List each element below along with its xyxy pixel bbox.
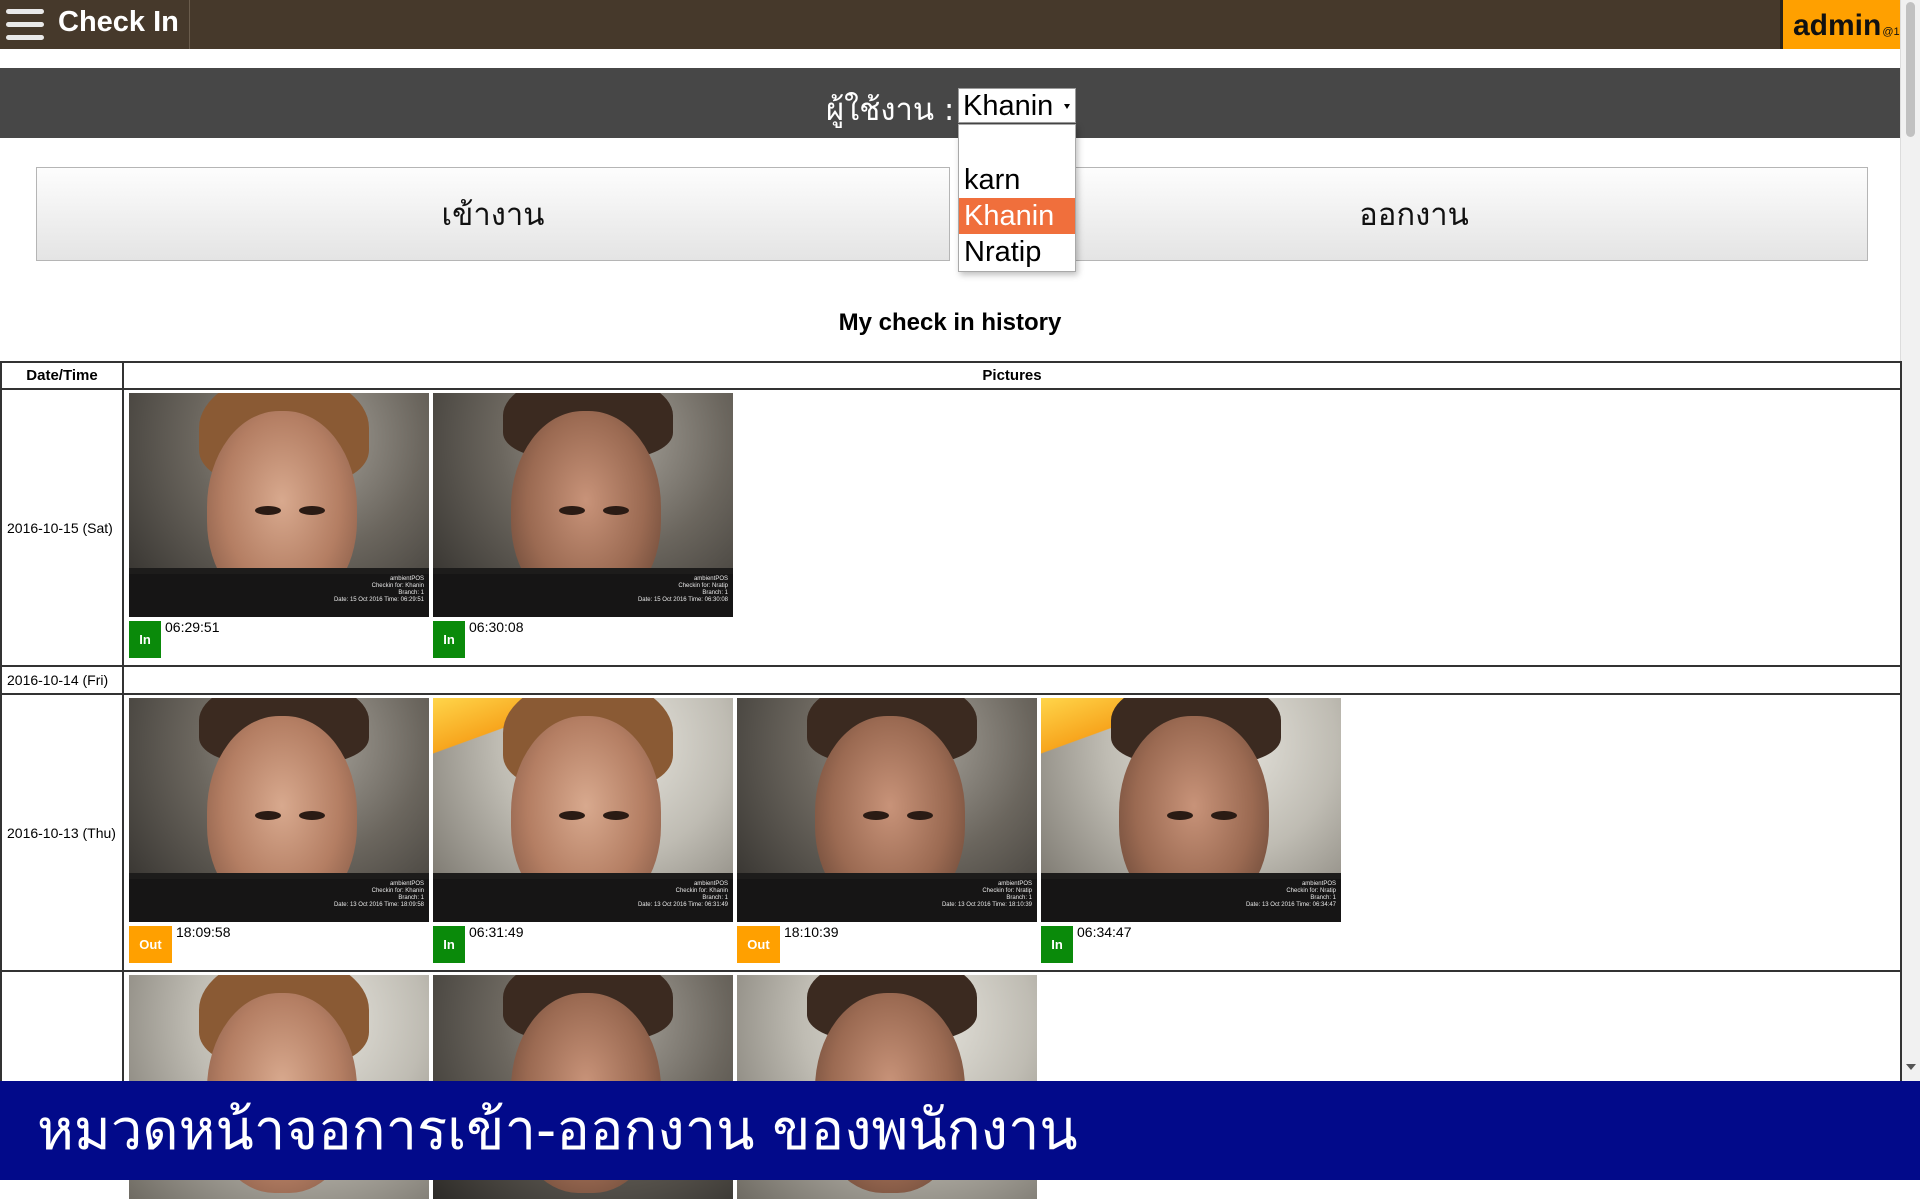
table-row-pictures: ambientPOS Checkin for: Khanin Branch: 1 Da…	[122, 388, 1902, 667]
check-in-button[interactable]: เข้างาน	[36, 167, 950, 261]
section-banner: หมวดหน้าจอการเข้า-ออกงาน ของพนักงาน	[0, 1081, 1920, 1180]
dropdown-option-khanin[interactable]: Khanin	[959, 198, 1075, 234]
table-row-date: 2016-10-13 (Thu)	[0, 693, 124, 972]
checkin-photo[interactable]: ambientPOS Checkin for: Khanin Branch: 1 Da…	[129, 698, 429, 922]
check-out-button[interactable]: ออกงาน	[960, 167, 1868, 261]
checkin-photo[interactable]: ambientPOS Checkin for: Nratip Branch: 1 Da…	[737, 698, 1037, 922]
history-title: My check in history	[838, 309, 1062, 336]
select-arrow-icon	[1064, 104, 1070, 109]
user-name: admin	[1793, 9, 1882, 42]
photo-caption: ambientPOS Checkin for: Nratip Branch: 1 Da…	[433, 574, 733, 617]
column-header-pictures: Pictures	[122, 361, 1902, 390]
status-badge-in: In	[129, 621, 161, 658]
photo-caption: ambientPOS Checkin for: Khanin Branch: 1 Da…	[129, 574, 429, 617]
checkin-time: 06:30:08	[469, 619, 524, 635]
dropdown-option-empty[interactable]	[959, 127, 1075, 163]
checkin-photo[interactable]: ambientPOS Checkin for: Khanin Branch: 1 Da…	[433, 698, 733, 922]
column-header-datetime: Date/Time	[0, 361, 124, 390]
dropdown-option-karn[interactable]: karn	[959, 162, 1075, 198]
status-badge-in: In	[433, 621, 465, 658]
checkin-time: 06:29:51	[165, 619, 220, 635]
top-bar: Check In admin@1	[0, 0, 1900, 49]
status-badge-out: Out	[129, 926, 172, 963]
user-dropdown-list: karn Khanin Nratip	[958, 124, 1076, 272]
table-row-pictures	[122, 665, 1902, 695]
page-scrollbar[interactable]	[1900, 0, 1920, 1180]
photo-caption: ambientPOS Checkin for: Khanin Branch: 1 Da…	[129, 879, 429, 922]
photo-caption: ambientPOS Checkin for: Nratip Branch: 1 Da…	[1041, 879, 1341, 922]
table-row-pictures: ambientPOS Checkin for: Khanin Branch: 1 Da…	[122, 693, 1902, 972]
app-title: Check In	[58, 6, 179, 38]
dropdown-option-nratip[interactable]: Nratip	[959, 234, 1075, 270]
table-row-date: 2016-10-14 (Fri)	[0, 665, 124, 695]
hamburger-icon[interactable]	[6, 7, 44, 43]
checkin-photo[interactable]: ambientPOS Checkin for: Nratip Branch: 1 Da…	[433, 393, 733, 617]
menu-button[interactable]: Check In	[0, 0, 190, 49]
checkin-photo[interactable]: ambientPOS Checkin for: Nratip Branch: 1 Da…	[1041, 698, 1341, 922]
photo-caption: ambientPOS Checkin for: Khanin Branch: 1 Da…	[433, 879, 733, 922]
user-selector-label: ผู้ใช้งาน :	[826, 92, 955, 128]
scroll-down-arrow-icon[interactable]	[1906, 1064, 1916, 1070]
user-badge[interactable]: admin@1	[1780, 0, 1900, 49]
user-selector-bar: ผู้ใช้งาน :	[0, 68, 1900, 138]
table-row-date: 2016-10-15 (Sat)	[0, 388, 124, 667]
checkin-time: 18:10:39	[784, 924, 839, 940]
status-badge-in: In	[1041, 926, 1073, 963]
checkin-time: 06:34:47	[1077, 924, 1132, 940]
user-select-value: Khanin	[963, 90, 1054, 122]
photo-caption: ambientPOS Checkin for: Nratip Branch: 1 Da…	[737, 879, 1037, 922]
checkin-time: 06:31:49	[469, 924, 524, 940]
user-branch-suffix: @1	[1882, 26, 1900, 38]
checkin-photo[interactable]: ambientPOS Checkin for: Khanin Branch: 1 Da…	[129, 393, 429, 617]
status-badge-in: In	[433, 926, 465, 963]
checkin-time: 18:09:58	[176, 924, 231, 940]
scrollbar-thumb[interactable]	[1906, 2, 1915, 137]
user-select[interactable]: Khanin	[958, 88, 1076, 123]
status-badge-out: Out	[737, 926, 780, 963]
